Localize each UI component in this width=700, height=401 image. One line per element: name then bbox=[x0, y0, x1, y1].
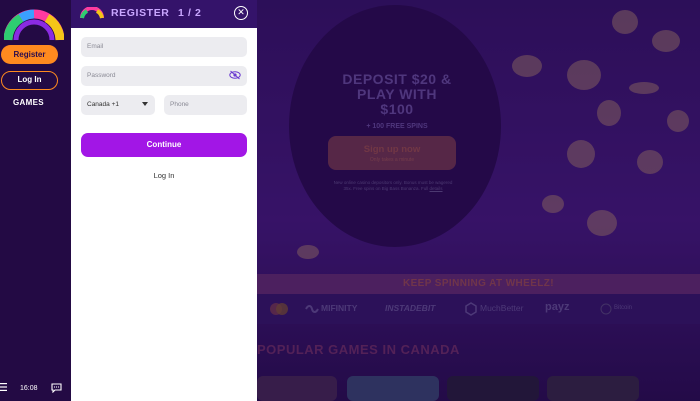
password-field[interactable]: Password bbox=[81, 66, 247, 86]
menu-icon[interactable] bbox=[0, 383, 8, 391]
phone-field[interactable]: Phone bbox=[164, 95, 247, 115]
register-modal: REGISTER 1 / 2 ✕ Email Password Canada +… bbox=[71, 0, 257, 401]
login-button[interactable]: Log In bbox=[1, 71, 58, 90]
sidebar: Register Log In GAMES 16:08 bbox=[0, 0, 71, 401]
eye-icon[interactable] bbox=[229, 70, 241, 80]
modal-title: REGISTER 1 / 2 bbox=[111, 7, 201, 19]
modal-step: 1 / 2 bbox=[178, 7, 202, 19]
close-icon[interactable]: ✕ bbox=[234, 6, 248, 20]
modal-header: REGISTER 1 / 2 ✕ bbox=[71, 0, 257, 28]
main-content: DEPOSIT $20 & PLAY WITH $100 + 100 FREE … bbox=[257, 0, 700, 401]
modal-title-text: REGISTER bbox=[111, 7, 170, 19]
wheelz-logo bbox=[4, 9, 64, 41]
chat-icon[interactable] bbox=[51, 383, 62, 393]
register-button[interactable]: Register bbox=[1, 45, 58, 64]
wheelz-logo-small bbox=[80, 7, 104, 19]
continue-button[interactable]: Continue bbox=[81, 133, 247, 157]
chevron-down-icon bbox=[142, 102, 148, 106]
login-link[interactable]: Log In bbox=[71, 171, 257, 180]
modal-backdrop[interactable] bbox=[257, 0, 700, 401]
clock-time: 16:08 bbox=[20, 385, 38, 392]
email-field[interactable]: Email bbox=[81, 37, 247, 57]
games-link[interactable]: GAMES bbox=[13, 98, 44, 107]
